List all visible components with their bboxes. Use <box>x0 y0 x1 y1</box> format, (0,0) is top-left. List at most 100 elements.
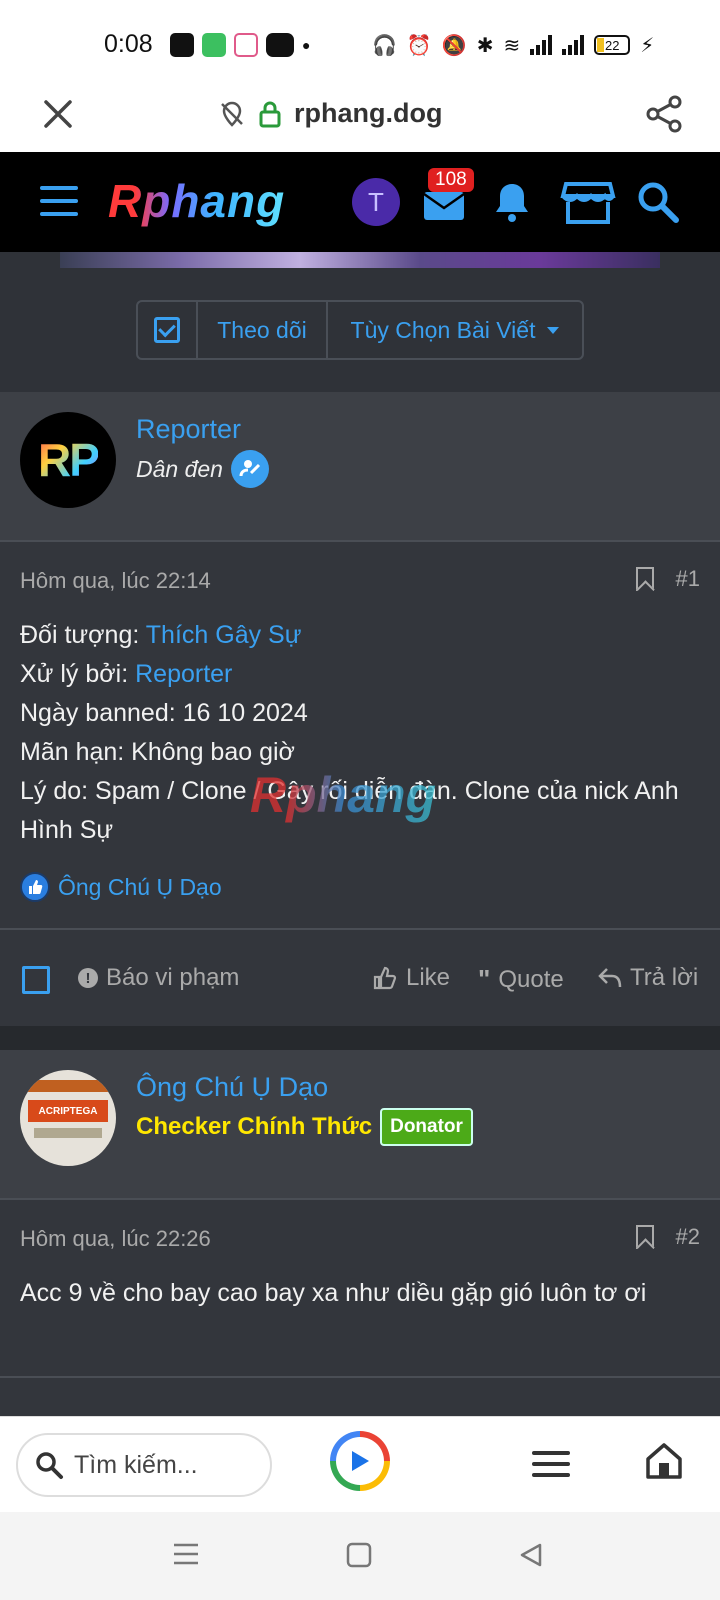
like-reaction-icon <box>20 872 50 902</box>
youtube-icon <box>266 33 294 57</box>
app-notification-icon <box>170 33 194 57</box>
like-button[interactable]: Like <box>372 964 450 992</box>
more-notifications-dot-icon: ● <box>302 37 311 53</box>
mute-icon: 🔕 <box>441 34 467 57</box>
avatar-initials: RP <box>38 434 100 486</box>
status-bar: 0:08 ● 🎧 ⏰ 🔕 ✱ ≋ 22 ⚡ <box>0 0 720 80</box>
warning-icon: ! <box>78 968 98 988</box>
quote-button[interactable]: " Quote <box>478 964 564 995</box>
search-input[interactable]: Tìm kiếm... <box>16 1433 272 1497</box>
author-name[interactable]: Ông Chú Ụ Dạo <box>136 1072 328 1103</box>
post-separator <box>0 1026 720 1050</box>
author-title: Dân đen <box>136 450 269 488</box>
tiktok-icon <box>234 33 258 57</box>
post-author-block: RP Reporter Dân đen <box>0 392 720 542</box>
watermark-logo: Rphang <box>250 767 437 823</box>
post-author-block: ACRIPTEGA Ông Chú Ụ Dạo Checker Chính Th… <box>0 1050 720 1200</box>
donator-badge: Donator <box>380 1108 473 1146</box>
post-meta-right: #2 <box>635 1224 700 1250</box>
reaction-summary[interactable]: Ông Chú Ụ Dạo <box>20 872 222 902</box>
search-icon[interactable] <box>634 178 682 226</box>
messages-badge: 108 <box>428 168 474 192</box>
play-icon <box>352 1451 369 1471</box>
thread-banner-image <box>60 252 660 268</box>
system-navigation-bar <box>0 1512 720 1600</box>
charging-icon: ⚡ <box>640 34 655 57</box>
reply-label: Trả lời <box>630 964 699 991</box>
reply-button[interactable]: Trả lời <box>598 964 698 992</box>
post-actions <box>0 1376 720 1416</box>
report-button[interactable]: ! Báo vi phạm <box>78 964 239 992</box>
reply-icon <box>598 968 622 988</box>
reaction-user[interactable]: Ông Chú Ụ Dạo <box>58 874 222 901</box>
home-icon[interactable] <box>644 1441 684 1481</box>
site-logo[interactable]: Rphang <box>108 174 285 228</box>
wifi-icon: ≋ <box>503 34 521 57</box>
site-header: Rphang T 108 <box>0 152 720 252</box>
post-options-label: Tùy Chọn Bài Viết <box>350 316 536 343</box>
author-name[interactable]: Reporter <box>136 414 241 445</box>
bookmark-icon[interactable] <box>635 1225 654 1249</box>
user-title-text: Checker Chính Thức <box>136 1113 373 1140</box>
url-display[interactable]: rphang.dog <box>218 98 442 129</box>
battery-icon: 22 <box>594 35 631 55</box>
like-label: Like <box>406 964 451 991</box>
post-body: Hôm qua, lúc 22:14 #1 Đối tượng: Thích G… <box>0 542 720 928</box>
user-avatar[interactable]: T <box>352 178 400 226</box>
select-post-checkbox[interactable] <box>22 966 50 994</box>
subject-link[interactable]: Thích Gây Sự <box>146 621 302 649</box>
report-label: Báo vi phạm <box>106 964 240 991</box>
status-time: 0:08 <box>104 30 153 58</box>
menu-icon[interactable] <box>40 186 78 216</box>
thumbs-up-icon <box>373 966 397 990</box>
bell-icon[interactable] <box>488 178 536 226</box>
share-icon[interactable] <box>644 94 684 134</box>
content-line: Xử lý bởi: Reporter <box>20 660 233 688</box>
tabs-list-icon[interactable] <box>532 1451 570 1477</box>
home-square-icon[interactable] <box>346 1542 372 1568</box>
location-off-icon <box>221 101 243 127</box>
post-body: Hôm qua, lúc 22:26 #2 Acc 9 về cho bay c… <box>0 1200 720 1376</box>
post-content: Acc 9 về cho bay cao bay xa như diều gặp… <box>20 1279 647 1307</box>
content-line: Ngày banned: 16 10 2024 <box>20 699 308 727</box>
close-tab-icon[interactable] <box>40 96 76 132</box>
select-thread-checkbox[interactable] <box>138 302 198 358</box>
post-number[interactable]: #2 <box>676 1224 700 1250</box>
content-line: Đối tượng: Thích Gây Sự <box>20 621 302 649</box>
bookmark-icon[interactable] <box>635 567 654 591</box>
post-options-dropdown[interactable]: Tùy Chọn Bài Viết <box>328 302 582 358</box>
notification-icons: ● <box>170 30 310 60</box>
search-placeholder: Tìm kiếm... <box>74 1450 198 1479</box>
back-triangle-icon[interactable] <box>518 1542 544 1568</box>
signal-icon-2 <box>562 35 585 55</box>
post-number[interactable]: #1 <box>676 566 700 592</box>
post-meta-right: #1 <box>635 566 700 592</box>
post-actions: ! Báo vi phạm Like " Quote Trả lời <box>0 928 720 1026</box>
handler-link[interactable]: Reporter <box>135 660 232 688</box>
thread-controls: Theo dõi Tùy Chọn Bài Viết <box>136 300 584 360</box>
author-title: Checker Chính Thức Donator <box>136 1108 473 1146</box>
app-notification-icon <box>202 33 226 57</box>
quote-icon: " <box>478 964 491 994</box>
browser-bottom-bar: Tìm kiếm... <box>0 1416 720 1512</box>
post-date[interactable]: Hôm qua, lúc 22:26 <box>20 1226 211 1252</box>
play-button[interactable] <box>330 1431 390 1491</box>
quote-label: Quote <box>498 965 564 993</box>
author-avatar[interactable]: ACRIPTEGA <box>20 1070 116 1166</box>
user-title-text: Dân đen <box>136 455 223 482</box>
recents-menu-icon[interactable] <box>172 1542 200 1566</box>
alarm-icon: ⏰ <box>406 34 432 57</box>
author-avatar[interactable]: RP <box>20 412 116 508</box>
search-icon <box>36 1452 63 1479</box>
signal-icon <box>530 35 553 55</box>
url-domain: rphang.dog <box>294 98 443 128</box>
post-date[interactable]: Hôm qua, lúc 22:14 <box>20 568 211 594</box>
follow-button[interactable]: Theo dõi <box>198 302 328 358</box>
bluetooth-icon: ✱ <box>476 34 494 57</box>
lock-icon <box>259 101 281 127</box>
verified-user-icon <box>230 450 269 488</box>
chevron-down-icon <box>547 326 560 334</box>
store-icon[interactable] <box>560 178 616 226</box>
browser-url-bar: rphang.dog <box>0 80 720 152</box>
system-icons: 🎧 ⏰ 🔕 ✱ ≋ 22 ⚡ <box>372 30 654 60</box>
